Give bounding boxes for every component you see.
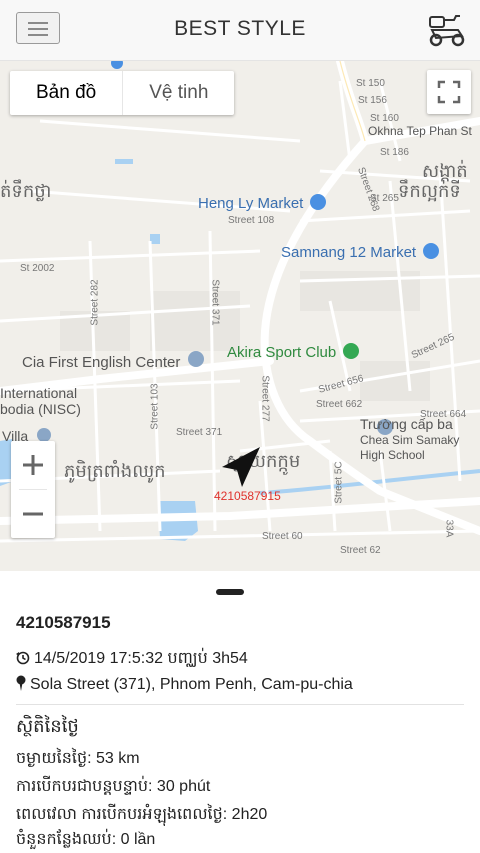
scooter-icon xyxy=(429,15,465,47)
street-label: Street 60 xyxy=(262,531,303,542)
street-label: St 160 xyxy=(370,113,399,124)
vehicle-id-label: 4210587915 xyxy=(214,489,281,503)
zoom-in-button[interactable] xyxy=(11,441,55,489)
vehicle-plate: 4210587915 xyxy=(16,613,111,632)
street-label: 33A xyxy=(443,519,455,538)
drag-handle[interactable] xyxy=(216,589,244,595)
history-icon xyxy=(16,651,30,665)
street-label: St 150 xyxy=(356,78,385,89)
vehicle-arrow-icon[interactable] xyxy=(220,445,262,489)
street-label: Street 108 xyxy=(228,215,275,226)
area-label: ភូមិត្រពាំងឈូក xyxy=(64,461,166,481)
street-label: St 186 xyxy=(380,147,409,158)
poi-label: Cia First English Center xyxy=(22,354,181,371)
map-type-control: Bản đồ Vệ tinh xyxy=(10,71,235,115)
zoom-out-button[interactable] xyxy=(11,490,55,538)
address-text: Sola Street (371), Phnom Penh, Cam-pu-ch… xyxy=(30,676,353,693)
poi-label: High School xyxy=(360,448,425,462)
poi-label: Chea Sim Samaky xyxy=(360,433,460,447)
street-label: Street 662 xyxy=(316,399,363,410)
time-status-row: 14/5/2019 17:5:32 បញ្ឈប់ 3h54 xyxy=(16,647,248,671)
street-label: Street 103 xyxy=(149,383,161,430)
stats-title: ស្ថិតិនៃថ្ងៃ xyxy=(16,716,79,736)
minus-icon xyxy=(23,512,43,516)
app-title: BEST STYLE xyxy=(174,17,306,40)
poi-label: bodia (NISC) xyxy=(0,401,81,417)
street-label: St 156 xyxy=(358,95,387,106)
street-label: Street 371 xyxy=(176,427,223,438)
time-status-text: 14/5/2019 17:5:32 បញ្ឈប់ 3h54 xyxy=(34,650,248,667)
area-label: ទឹកល្អក់ទី xyxy=(398,181,461,201)
poi-label: International xyxy=(0,385,78,401)
tab-satellite[interactable]: Vệ tinh xyxy=(122,71,234,115)
street-label: Street 5C xyxy=(333,461,345,504)
stat-stops: ចំនួនកន្លែងឈប់: 0 lần xyxy=(16,831,156,848)
street-label: Street 62 xyxy=(340,545,381,556)
poi-label: Heng Ly Market xyxy=(198,195,304,212)
street-label: Street 282 xyxy=(89,279,101,326)
fullscreen-icon xyxy=(437,80,461,104)
address-row: Sola Street (371), Phnom Penh, Cam-pu-ch… xyxy=(16,675,353,694)
plus-icon xyxy=(23,455,43,475)
tab-map[interactable]: Bản đồ xyxy=(10,71,122,115)
stat-distance: ចម្ងាយនៃថ្ងៃ: 53 km xyxy=(16,750,140,767)
map-view[interactable]: Heng Ly Market Samnang 12 Market Cia Fir… xyxy=(0,61,480,571)
street-label: Street 371 xyxy=(209,279,221,326)
stat-driving-time: ពេលវេលា ការបើកបរអំឡុងពេលថ្ងៃ: 2h20 xyxy=(16,806,268,823)
street-label: Okhna Tep Phan St xyxy=(368,124,472,138)
map-pin-icon xyxy=(16,675,26,691)
zoom-control xyxy=(11,441,55,538)
area-label: ត់ទឹកថ្លា xyxy=(0,181,52,201)
street-label: Street 664 xyxy=(420,409,467,420)
app-header: BEST STYLE xyxy=(0,0,480,61)
street-label: Street 277 xyxy=(259,375,271,422)
stat-continuous-driving: ការបើកបរជាបន្តបន្ទាប់: 30 phút xyxy=(16,778,211,795)
fullscreen-button[interactable] xyxy=(427,70,471,114)
poi-label: Samnang 12 Market xyxy=(281,244,417,261)
street-label: St 2002 xyxy=(20,263,55,274)
divider xyxy=(16,704,464,705)
poi-label: Akira Sport Club xyxy=(227,344,337,361)
vehicle-detail-panel: 4210587915 14/5/2019 17:5:32 បញ្ឈប់ 3h54… xyxy=(0,571,480,853)
